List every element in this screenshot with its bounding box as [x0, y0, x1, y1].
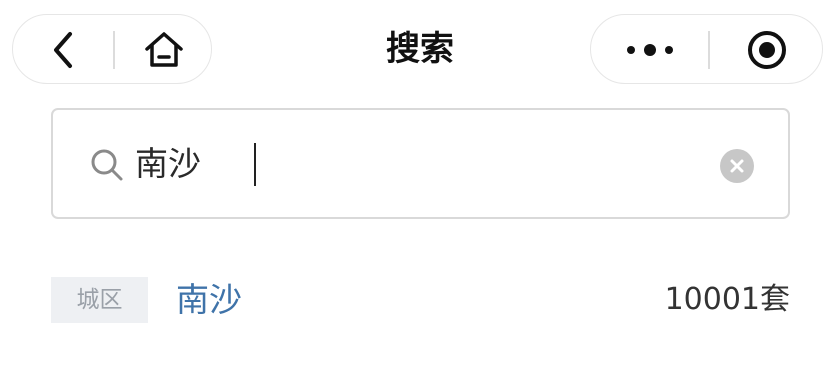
- search-icon: [91, 149, 123, 181]
- result-count: 10001套: [664, 282, 790, 317]
- text-cursor: [254, 143, 256, 186]
- clear-search-button[interactable]: [720, 149, 754, 183]
- search-result-item[interactable]: 城区 南沙 10001套: [51, 270, 790, 330]
- more-button[interactable]: [591, 15, 708, 85]
- home-button[interactable]: [114, 15, 213, 85]
- close-miniprogram-button[interactable]: [709, 15, 824, 85]
- page-title: 搜索: [386, 29, 454, 69]
- more-dots-icon: [626, 44, 673, 56]
- search-box[interactable]: [51, 108, 790, 219]
- search-input[interactable]: [135, 136, 695, 192]
- result-category-tag: 城区: [51, 277, 148, 323]
- chevron-left-icon: [54, 32, 72, 68]
- left-capsule: [12, 14, 212, 84]
- target-circle-icon: [747, 31, 786, 69]
- back-button[interactable]: [13, 15, 113, 85]
- right-capsule: [590, 14, 823, 84]
- navigation-bar: 搜索: [0, 0, 839, 96]
- result-name: 南沙: [176, 280, 242, 319]
- home-icon: [144, 32, 183, 67]
- clear-circle-icon: [730, 159, 744, 173]
